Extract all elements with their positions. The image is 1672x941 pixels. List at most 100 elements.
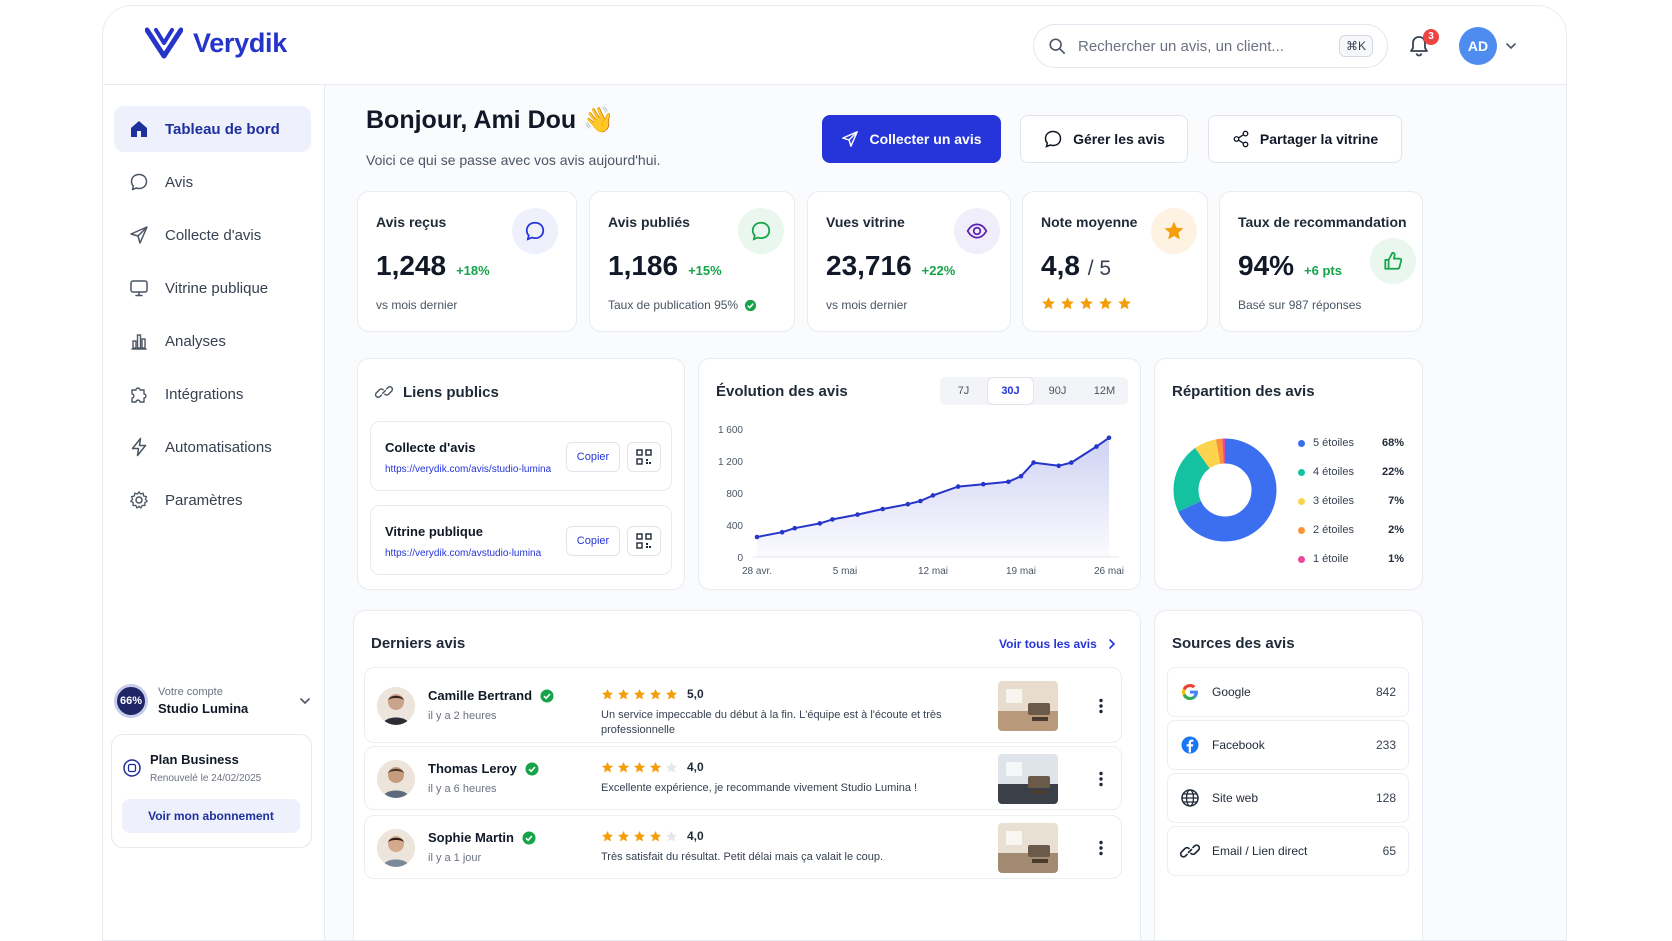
link-url[interactable]: https://verydik.com/avstudio-lumina	[385, 548, 541, 559]
kpi-card-recommendation-rate[interactable]: Taux de recommandation 94% +6 pts Basé su…	[1219, 191, 1423, 332]
top-bar: Verydik Rechercher un avis, un client...…	[103, 6, 1566, 85]
brand-logo[interactable]: Verydik	[145, 27, 287, 59]
sidebar-item-analytics[interactable]: Analyses	[114, 318, 311, 364]
data-point[interactable]	[918, 498, 923, 504]
account-progress: 66%	[114, 684, 148, 718]
more-options-icon[interactable]	[1098, 840, 1104, 856]
legend-label: 1 étoile	[1313, 553, 1349, 565]
sidebar-item-showcase[interactable]: Vitrine publique	[114, 265, 311, 311]
kpi-title: Avis publiés	[608, 214, 690, 230]
more-options-icon[interactable]	[1098, 771, 1104, 787]
data-point[interactable]	[830, 517, 835, 522]
review-photo[interactable]	[998, 681, 1058, 731]
review-photo[interactable]	[998, 754, 1058, 804]
sidebar-item-label: Vitrine publique	[165, 279, 269, 297]
copy-button[interactable]: Copier	[566, 442, 620, 472]
source-row-website[interactable]: Site web 128	[1167, 773, 1409, 823]
data-point[interactable]	[1006, 479, 1011, 485]
data-point[interactable]	[1018, 473, 1024, 479]
send-icon	[130, 226, 148, 244]
qr-code-button[interactable]	[627, 442, 661, 472]
data-point[interactable]	[880, 506, 886, 512]
kpi-card-reviews-published[interactable]: Avis publiés 1,186 +15% Taux de publicati…	[589, 191, 795, 332]
legend-value: 7%	[1388, 495, 1404, 507]
source-row-email[interactable]: Email / Lien direct 65	[1167, 826, 1409, 876]
sidebar-item-label: Collecte d'avis	[165, 226, 262, 244]
data-point[interactable]	[754, 534, 760, 540]
source-row-facebook[interactable]: Facebook 233	[1167, 720, 1409, 770]
kpi-card-reviews-received[interactable]: Avis reçus 1,248 +18% vs mois dernier	[357, 191, 577, 332]
legend-value: 22%	[1381, 466, 1404, 478]
review-item[interactable]: Camille Bertrand il y a 2 heures 5,0 Un ser…	[364, 667, 1122, 743]
link-url[interactable]: https://verydik.com/avis/studio-lumina	[385, 464, 551, 475]
source-row-google[interactable]: Google 842	[1167, 667, 1409, 717]
more-options-icon[interactable]	[1098, 698, 1104, 714]
star-icon	[665, 761, 678, 772]
star-icon	[617, 830, 630, 841]
data-point[interactable]	[1056, 463, 1062, 469]
sidebar-item-automations[interactable]: Automatisations	[114, 424, 311, 470]
chevron-down-icon[interactable]	[299, 695, 311, 707]
y-tick-label: 400	[726, 521, 743, 532]
data-point[interactable]	[1094, 444, 1099, 449]
copy-button[interactable]: Copier	[566, 526, 620, 556]
sidebar-item-collect[interactable]: Collecte d'avis	[114, 212, 311, 258]
sidebar-item-dashboard[interactable]: Tableau de bord	[114, 106, 311, 152]
plan-badge-icon	[123, 759, 141, 777]
data-point[interactable]	[1031, 460, 1036, 465]
legend-dot	[1298, 526, 1305, 534]
bar-chart-icon	[131, 334, 147, 350]
y-tick-label: 1 200	[718, 457, 743, 468]
data-point[interactable]	[792, 525, 798, 531]
data-point[interactable]	[930, 493, 936, 498]
data-point[interactable]	[1068, 460, 1074, 465]
see-all-reviews-link[interactable]: Voir tous les avis	[999, 637, 1117, 651]
review-photo[interactable]	[998, 823, 1058, 873]
star-icon	[665, 688, 678, 699]
review-text: Excellente expérience, je recommande viv…	[601, 782, 918, 794]
search-input[interactable]: Rechercher un avis, un client...	[1078, 38, 1339, 55]
search-bar[interactable]: Rechercher un avis, un client... ⌘K	[1033, 24, 1388, 68]
kpi-subtext: Basé sur 987 réponses	[1238, 298, 1362, 312]
chevron-down-icon[interactable]	[1505, 40, 1517, 52]
review-item[interactable]: Sophie Martin il y a 1 jour 4,0 Très satisf…	[364, 815, 1122, 879]
waving-hand-emoji: 👋	[583, 106, 615, 134]
share-showcase-button[interactable]: Partager la vitrine	[1208, 115, 1402, 163]
sidebar-item-reviews[interactable]: Avis	[114, 159, 311, 205]
kpi-card-showcase-views[interactable]: Vues vitrine 23,716 +22% vs mois dernier	[807, 191, 1011, 332]
subscription-button[interactable]: Voir mon abonnement	[122, 799, 300, 833]
qr-code-button[interactable]	[627, 526, 661, 556]
data-point[interactable]	[980, 481, 986, 487]
data-point[interactable]	[855, 512, 860, 517]
collect-review-button[interactable]: Collecter un avis	[822, 115, 1001, 163]
star-icon	[601, 830, 614, 841]
review-score: 4,0	[687, 760, 704, 774]
notification-badge: 3	[1423, 29, 1439, 45]
review-item[interactable]: Thomas Leroy il y a 6 heures 4,0 Excellente…	[364, 746, 1122, 810]
sidebar-item-integrations[interactable]: Intégrations	[114, 371, 311, 417]
data-point[interactable]	[955, 484, 961, 489]
data-point[interactable]	[779, 529, 785, 535]
chat-bubble-icon	[1044, 130, 1062, 148]
kpi-subtext: vs mois dernier	[376, 298, 458, 312]
kpi-value: 23,716 +22%	[826, 250, 956, 281]
star-icon	[1099, 297, 1112, 310]
user-avatar[interactable]: AD	[1459, 27, 1497, 65]
data-point[interactable]	[1106, 435, 1112, 441]
manage-reviews-button[interactable]: Gérer les avis	[1020, 115, 1188, 163]
card-title: Sources des avis	[1172, 635, 1295, 652]
star-icon	[649, 830, 662, 841]
reviewer-name: Camille Bertrand	[428, 688, 554, 703]
star-icon	[1061, 297, 1074, 310]
kpi-value: 4,8 / 5	[1041, 250, 1112, 281]
data-point[interactable]	[817, 521, 823, 526]
source-name: Site web	[1212, 791, 1259, 805]
data-point[interactable]	[905, 501, 911, 507]
kpi-card-average-rating[interactable]: Note moyenne 4,8 / 5	[1022, 191, 1208, 332]
link-icon	[1180, 844, 1200, 858]
link-icon	[375, 386, 393, 398]
check-circle-icon	[745, 299, 757, 311]
account-switcher[interactable]: 66% Votre compte Studio Lumina	[114, 681, 311, 721]
sidebar-item-settings[interactable]: Paramètres	[114, 477, 311, 523]
account-name: Studio Lumina	[158, 701, 249, 716]
